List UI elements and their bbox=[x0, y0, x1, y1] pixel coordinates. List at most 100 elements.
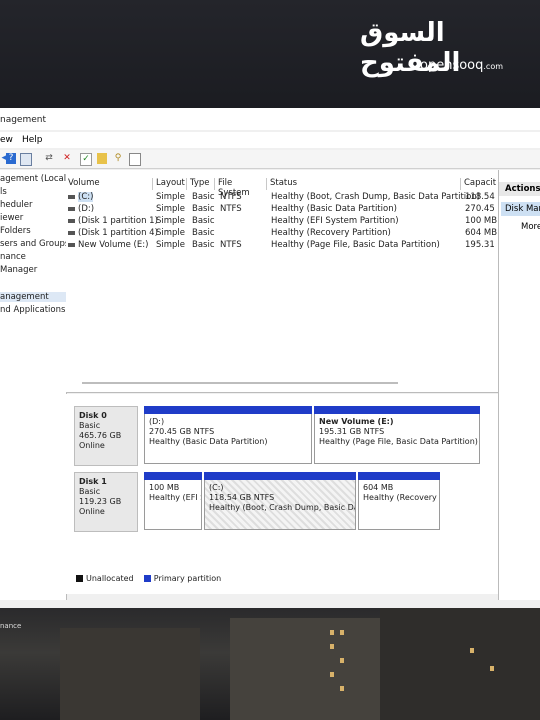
volume-row[interactable]: (Disk 1 partition 4) Simple Basic Health… bbox=[66, 228, 498, 240]
actions-pane: Actions Disk Man More bbox=[498, 170, 540, 600]
tree-item-services-applications[interactable]: nd Applications bbox=[0, 305, 65, 315]
volume-type: Basic bbox=[192, 228, 215, 238]
action-more-actions[interactable]: More bbox=[521, 222, 540, 232]
list-icon[interactable] bbox=[129, 153, 141, 166]
menu-help[interactable]: Help bbox=[22, 135, 43, 145]
legend-unallocated-label: Unallocated bbox=[86, 574, 134, 583]
volume-fs: NTFS bbox=[220, 240, 242, 250]
partition-status: Healthy (Boot, Crash Dump, Basic Data bbox=[209, 503, 355, 512]
watermark-tld: .com bbox=[483, 62, 504, 71]
menu-view[interactable]: ew bbox=[0, 135, 13, 145]
partition-bar bbox=[144, 406, 312, 414]
column-status[interactable]: Status bbox=[268, 178, 461, 190]
tree-item-device-manager[interactable]: Manager bbox=[0, 265, 37, 275]
folder-icon[interactable] bbox=[97, 153, 107, 164]
partition-status: Healthy (EFI S bbox=[149, 493, 201, 502]
partition-size: 118.54 GB NTFS bbox=[209, 493, 275, 502]
tree-item-shared-folders[interactable]: Folders bbox=[0, 226, 31, 236]
desktop-wallpaper bbox=[0, 608, 540, 720]
disk-icon bbox=[68, 242, 75, 247]
disk-state: Online bbox=[79, 441, 105, 450]
legend-primary-label: Primary partition bbox=[153, 574, 222, 583]
partition-bar bbox=[358, 472, 440, 480]
view-icon[interactable] bbox=[20, 153, 32, 166]
legend: Unallocated Primary partition bbox=[76, 574, 221, 583]
partition-label: New Volume (E:) bbox=[319, 417, 394, 426]
partition-size: 604 MB bbox=[363, 483, 394, 492]
disk-icon bbox=[68, 206, 75, 211]
title-bar: nagement bbox=[0, 108, 540, 130]
disk-name: Disk 1 bbox=[79, 477, 107, 486]
tree-item-users-groups[interactable]: sers and Groups bbox=[0, 239, 66, 249]
volume-type: Basic bbox=[192, 240, 215, 250]
volume-row[interactable]: New Volume (E:) Simple Basic NTFS Health… bbox=[66, 240, 498, 252]
disk-graphical-view: Disk 0 Basic 465.76 GB Online (D:) 270.4… bbox=[66, 394, 498, 594]
tree-item-tools[interactable]: ls bbox=[0, 187, 7, 197]
navigation-tree: agement (Local ls heduler iewer Folders … bbox=[0, 170, 67, 600]
check-icon[interactable]: ✓ bbox=[80, 153, 92, 166]
tree-item-computer-management[interactable]: agement (Local bbox=[0, 174, 66, 184]
tree-item-event-viewer[interactable]: iewer bbox=[0, 213, 23, 223]
delete-icon[interactable]: ✕ bbox=[62, 153, 72, 164]
volume-capacity: 118.54 C bbox=[465, 192, 498, 202]
partition-size: 270.45 GB NTFS bbox=[149, 427, 215, 436]
volume-name: (Disk 1 partition 1) bbox=[78, 216, 158, 226]
column-capacity[interactable]: Capacit bbox=[462, 178, 498, 190]
volume-fs: NTFS bbox=[220, 192, 242, 202]
column-layout[interactable]: Layout bbox=[154, 178, 187, 190]
column-volume[interactable]: Volume bbox=[66, 178, 153, 190]
action-disk-management[interactable]: Disk Man bbox=[501, 202, 540, 216]
disk-size: 119.23 GB bbox=[79, 497, 122, 506]
disk-0-info[interactable]: Disk 0 Basic 465.76 GB Online bbox=[74, 406, 138, 466]
help-icon[interactable]: ? bbox=[6, 153, 16, 164]
volume-type: Basic bbox=[192, 204, 215, 214]
disk-type: Basic bbox=[79, 421, 101, 430]
volume-layout: Simple bbox=[156, 216, 186, 226]
desktop-icon-label[interactable]: nance bbox=[0, 622, 21, 630]
partition-e[interactable]: New Volume (E:) 195.31 GB NTFS Healthy (… bbox=[314, 406, 480, 464]
actions-header: Actions bbox=[499, 182, 540, 196]
partition-bar bbox=[314, 406, 480, 414]
volume-name: (C:) bbox=[78, 192, 94, 202]
partition-efi[interactable]: 100 MB Healthy (EFI S bbox=[144, 472, 202, 530]
disk-1-info[interactable]: Disk 1 Basic 119.23 GB Online bbox=[74, 472, 138, 532]
disk-icon bbox=[68, 230, 75, 235]
column-file-system[interactable]: File System bbox=[216, 178, 267, 198]
partition-size: 100 MB bbox=[149, 483, 180, 492]
partition-bar bbox=[204, 472, 356, 480]
search-icon[interactable]: ⚲ bbox=[113, 153, 123, 164]
tree-item-disk-management[interactable]: anagement bbox=[0, 292, 66, 302]
disk-state: Online bbox=[79, 507, 105, 516]
volume-status: Healthy (Boot, Crash Dump, Basic Data Pa… bbox=[271, 192, 481, 202]
volume-fs: NTFS bbox=[220, 204, 242, 214]
disk-icon bbox=[68, 218, 75, 223]
tree-item-performance[interactable]: nance bbox=[0, 252, 26, 262]
partition-size: 195.31 GB NTFS bbox=[319, 427, 385, 436]
volume-status: Healthy (Basic Data Partition) bbox=[271, 204, 397, 214]
volume-list: Volume Layout Type File System Status Ca… bbox=[66, 170, 498, 393]
partition-bar bbox=[144, 472, 202, 480]
volume-name: (Disk 1 partition 4) bbox=[78, 228, 158, 238]
volume-row[interactable]: (D:) Simple Basic NTFS Healthy (Basic Da… bbox=[66, 204, 498, 216]
watermark-site-name: opensooq bbox=[420, 58, 484, 73]
disk-size: 465.76 GB bbox=[79, 431, 122, 440]
partition-d[interactable]: (D:) 270.45 GB NTFS Healthy (Basic Data … bbox=[144, 406, 312, 464]
volume-type: Basic bbox=[192, 216, 215, 226]
partition-c[interactable]: (C:) 118.54 GB NTFS Healthy (Boot, Crash… bbox=[204, 472, 356, 530]
volume-capacity: 100 MB bbox=[465, 216, 498, 226]
connect-icon[interactable]: ⇄ bbox=[44, 153, 54, 164]
volume-layout: Simple bbox=[156, 240, 186, 250]
tree-item-task-scheduler[interactable]: heduler bbox=[0, 200, 33, 210]
volume-layout: Simple bbox=[156, 192, 186, 202]
volume-name: (D:) bbox=[78, 204, 95, 214]
partition-recovery[interactable]: 604 MB Healthy (Recovery P. bbox=[358, 472, 440, 530]
volume-status: Healthy (Page File, Basic Data Partition… bbox=[271, 240, 440, 250]
volume-status: Healthy (Recovery Partition) bbox=[271, 228, 391, 238]
volume-row[interactable]: (Disk 1 partition 1) Simple Basic Health… bbox=[66, 216, 498, 228]
horizontal-scrollbar[interactable] bbox=[82, 382, 398, 384]
column-type[interactable]: Type bbox=[188, 178, 215, 190]
volume-capacity: 604 MB bbox=[465, 228, 498, 238]
legend-primary-swatch bbox=[143, 575, 151, 582]
volume-row[interactable]: (C:) Simple Basic NTFS Healthy (Boot, Cr… bbox=[66, 192, 498, 204]
partition-label: (D:) bbox=[149, 417, 165, 426]
